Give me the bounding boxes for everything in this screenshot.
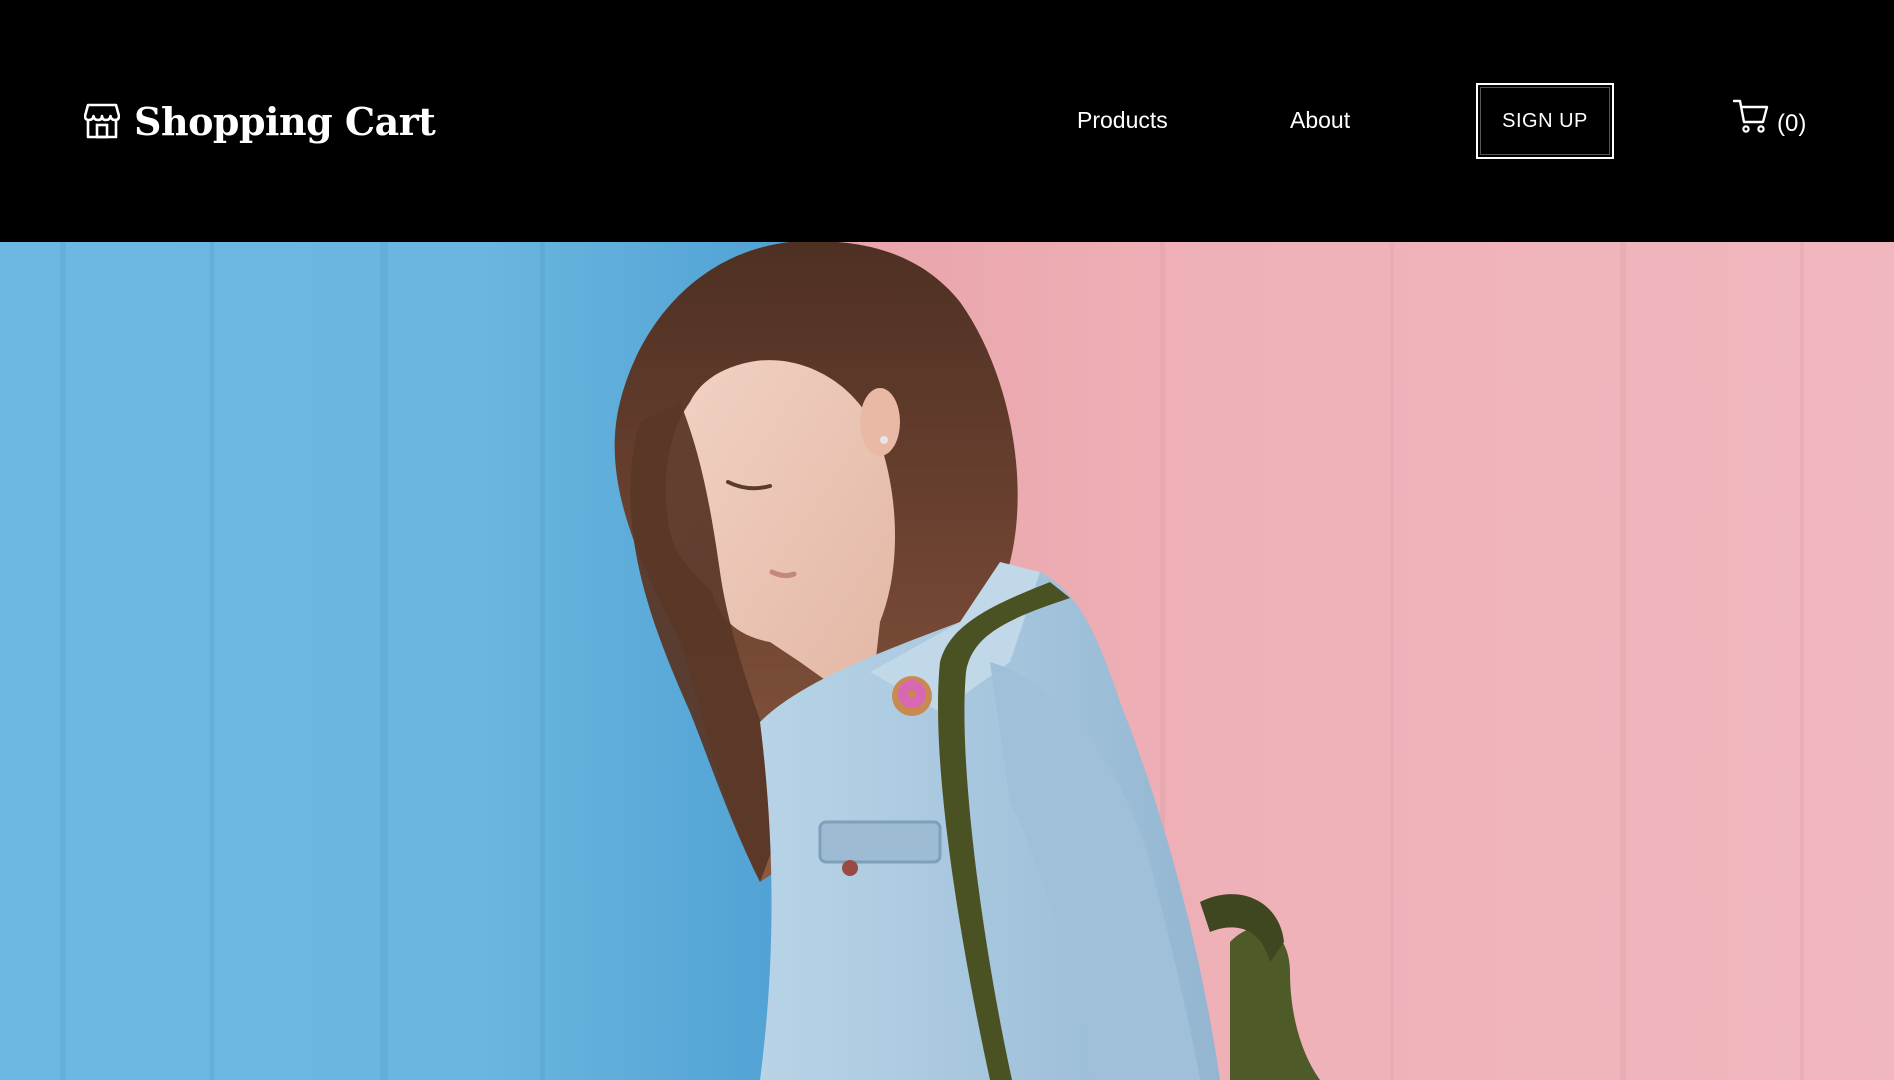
cart-count: (0) xyxy=(1777,110,1807,137)
cart-button[interactable]: (0) xyxy=(1733,96,1806,140)
sign-up-button[interactable]: SIGN UP xyxy=(1476,83,1614,159)
nav-about-link[interactable]: About xyxy=(1290,104,1350,136)
site-header: Shopping Cart Products About SIGN UP (0) xyxy=(0,0,1894,242)
nav-products-link[interactable]: Products xyxy=(1077,104,1168,136)
jacket-pocket xyxy=(818,820,942,864)
hero-banner xyxy=(0,242,1894,1080)
brand-logo[interactable]: Shopping Cart xyxy=(84,96,436,146)
jacket-button xyxy=(842,860,858,876)
hero-image xyxy=(0,242,1894,1080)
brand-title: Shopping Cart xyxy=(134,98,436,144)
shopping-cart-icon xyxy=(1733,99,1769,133)
ear xyxy=(860,388,900,456)
storefront-icon xyxy=(84,103,120,139)
earring xyxy=(880,436,888,444)
